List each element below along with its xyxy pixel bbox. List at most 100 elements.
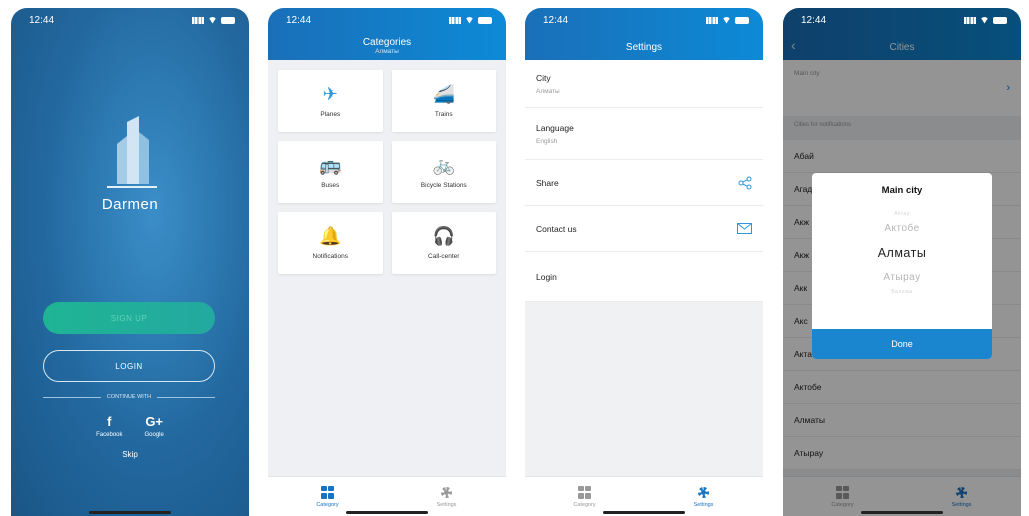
row-value: English (536, 137, 558, 145)
battery-icon (478, 16, 492, 24)
share-icon (738, 176, 752, 189)
tab-bar: Category Settings (525, 476, 763, 516)
home-indicator (603, 511, 685, 514)
cities-screen: 12:44 ‹ Cities Main city › Cities for no… (783, 8, 1021, 516)
battery-icon (993, 16, 1007, 24)
category-grid: ✈ Planes 🚄 Trains 🚌 Buses 🚲 Bicycle Stat… (278, 70, 496, 274)
row-title: Share (536, 177, 559, 188)
status-bar: 12:44 (268, 8, 506, 32)
gear-icon (440, 486, 453, 499)
google-button[interactable]: G+ Google (145, 414, 164, 438)
login-button[interactable]: LOGIN (43, 350, 215, 382)
continue-with-label: CONTINUE WITH (106, 394, 152, 400)
wifi-icon (208, 16, 217, 24)
status-bar: 12:44 (783, 8, 1021, 32)
google-icon: G+ (145, 414, 164, 429)
home-indicator (89, 511, 171, 514)
google-label: Google (144, 432, 164, 438)
headset-icon: 🎧 (432, 225, 455, 246)
categories-header: 12:44 Categories Алматы (268, 8, 506, 60)
page-subtitle: Алматы (375, 48, 399, 55)
bus-icon: 🚌 (319, 154, 342, 175)
home-indicator (346, 511, 428, 514)
bell-icon: 🔔 (319, 225, 342, 246)
category-label: Notifications (312, 252, 348, 260)
category-label: Bicycle Stations (420, 181, 467, 189)
signal-icon (449, 16, 461, 24)
app-brand: Darmen (101, 196, 159, 213)
facebook-icon: f (107, 414, 112, 429)
category-label: Call-center (428, 252, 460, 260)
status-time: 12:44 (543, 14, 569, 26)
mail-icon (737, 223, 752, 234)
facebook-button[interactable]: f Facebook (96, 414, 122, 438)
train-icon: 🚄 (432, 83, 455, 104)
wifi-icon (722, 16, 731, 24)
signal-icon (964, 16, 976, 24)
gear-icon (697, 486, 710, 499)
category-label: Buses (321, 181, 340, 189)
category-label: Planes (320, 110, 341, 118)
picker-option[interactable]: Актобе (812, 223, 992, 234)
tab-label: Category (316, 501, 339, 508)
row-title: City (536, 72, 551, 83)
settings-row-contact[interactable]: Contact us (525, 206, 763, 252)
grid-icon (578, 485, 591, 499)
settings-row-share[interactable]: Share (525, 160, 763, 206)
row-title: Login (536, 271, 557, 282)
skip-link[interactable]: Skip (11, 450, 249, 459)
category-bicycle-stations[interactable]: 🚲 Bicycle Stations (391, 141, 496, 203)
signal-icon (706, 16, 718, 24)
tab-label: Settings (436, 501, 457, 508)
signal-icon (192, 16, 204, 24)
grid-icon (321, 485, 334, 499)
categories-screen: 12:44 Categories Алматы ✈ Planes 🚄 Train… (268, 8, 506, 516)
tab-label: Category (573, 501, 596, 508)
settings-row-language[interactable]: Language English (525, 108, 763, 160)
wifi-icon (980, 16, 989, 24)
modal-title: Main city (881, 185, 923, 196)
settings-screen: 12:44 Settings City Алматы Language Engl… (525, 8, 763, 516)
category-buses[interactable]: 🚌 Buses (278, 141, 383, 203)
battery-icon (221, 16, 235, 24)
settings-row-login[interactable]: Login (525, 252, 763, 302)
category-call-center[interactable]: 🎧 Call-center (391, 212, 496, 274)
bicycle-icon: 🚲 (432, 154, 455, 175)
category-label: Trains (434, 110, 453, 118)
signup-button[interactable]: SIGN UP (43, 302, 215, 334)
status-bar: 12:44 (525, 8, 763, 32)
tab-label: Settings (693, 501, 714, 508)
facebook-label: Facebook (96, 432, 123, 438)
row-title: Language (536, 122, 574, 133)
settings-header: 12:44 Settings (525, 8, 763, 60)
status-time: 12:44 (801, 14, 827, 26)
building-logo-icon (107, 116, 157, 188)
settings-row-city[interactable]: City Алматы (525, 60, 763, 108)
status-time: 12:44 (29, 14, 55, 26)
login-screen: 12:44 Darmen SIGN UP LOGIN CONTINUE WITH… (11, 8, 249, 516)
category-trains[interactable]: 🚄 Trains (391, 70, 496, 132)
tab-bar: Category Settings (268, 476, 506, 516)
status-bar: 12:44 (11, 8, 249, 32)
category-notifications[interactable]: 🔔 Notifications (278, 212, 383, 274)
battery-icon (735, 16, 749, 24)
page-title: Settings (625, 42, 663, 53)
picker-option[interactable]: Актау (812, 211, 992, 217)
social-login: f Facebook G+ Google (11, 414, 249, 438)
row-value: Алматы (536, 87, 560, 95)
row-title: Contact us (536, 223, 577, 234)
plane-icon: ✈ (322, 83, 338, 104)
continue-with-divider: CONTINUE WITH (43, 394, 215, 400)
category-planes[interactable]: ✈ Planes (278, 70, 383, 132)
done-button[interactable]: Done (812, 329, 992, 359)
picker-option-selected[interactable]: Алматы (812, 246, 992, 260)
status-time: 12:44 (286, 14, 312, 26)
picker-option[interactable]: Атырау (812, 272, 992, 283)
picker-option[interactable]: Балхаш (812, 289, 992, 295)
city-picker-wheel[interactable]: Актау Актобе Алматы Атырау Балхаш (812, 211, 992, 295)
settings-list: City Алматы Language English Share Conta… (525, 60, 763, 302)
wifi-icon (465, 16, 474, 24)
main-city-picker-modal: Main city Актау Актобе Алматы Атырау Бал… (812, 173, 992, 359)
home-indicator (861, 511, 943, 514)
page-title: Categories (362, 37, 412, 48)
